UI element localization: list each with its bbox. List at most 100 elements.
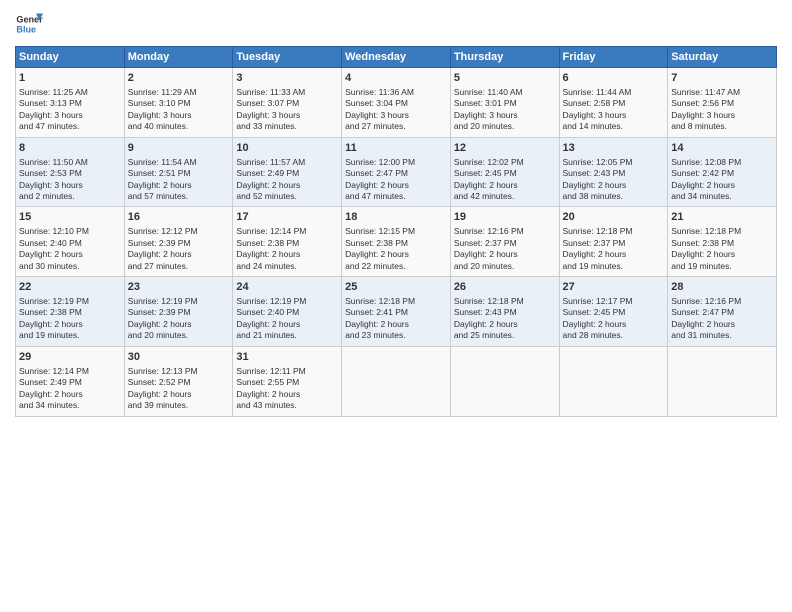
calendar-cell xyxy=(342,346,451,416)
day-number: 27 xyxy=(563,280,665,295)
day-info: Sunrise: 12:16 PM Sunset: 2:47 PM Daylig… xyxy=(671,296,773,342)
day-number: 30 xyxy=(128,350,230,365)
day-number: 10 xyxy=(236,141,338,156)
svg-text:Blue: Blue xyxy=(16,24,36,34)
day-number: 9 xyxy=(128,141,230,156)
day-info: Sunrise: 11:25 AM Sunset: 3:13 PM Daylig… xyxy=(19,87,121,133)
day-info: Sunrise: 11:40 AM Sunset: 3:01 PM Daylig… xyxy=(454,87,556,133)
day-info: Sunrise: 12:14 PM Sunset: 2:49 PM Daylig… xyxy=(19,366,121,412)
day-info: Sunrise: 11:54 AM Sunset: 2:51 PM Daylig… xyxy=(128,157,230,203)
header-cell-friday: Friday xyxy=(559,47,668,68)
header-cell-sunday: Sunday xyxy=(16,47,125,68)
day-number: 12 xyxy=(454,141,556,156)
day-number: 15 xyxy=(19,210,121,225)
calendar-cell: 11Sunrise: 12:00 PM Sunset: 2:47 PM Dayl… xyxy=(342,137,451,207)
day-number: 3 xyxy=(236,71,338,86)
calendar-cell: 25Sunrise: 12:18 PM Sunset: 2:41 PM Dayl… xyxy=(342,277,451,347)
day-info: Sunrise: 11:44 AM Sunset: 2:58 PM Daylig… xyxy=(563,87,665,133)
day-info: Sunrise: 11:33 AM Sunset: 3:07 PM Daylig… xyxy=(236,87,338,133)
day-number: 18 xyxy=(345,210,447,225)
day-number: 8 xyxy=(19,141,121,156)
day-info: Sunrise: 12:02 PM Sunset: 2:45 PM Daylig… xyxy=(454,157,556,203)
calendar-week-3: 15Sunrise: 12:10 PM Sunset: 2:40 PM Dayl… xyxy=(16,207,777,277)
day-info: Sunrise: 11:57 AM Sunset: 2:49 PM Daylig… xyxy=(236,157,338,203)
header-cell-monday: Monday xyxy=(124,47,233,68)
header-cell-thursday: Thursday xyxy=(450,47,559,68)
calendar-cell: 15Sunrise: 12:10 PM Sunset: 2:40 PM Dayl… xyxy=(16,207,125,277)
calendar-cell: 4Sunrise: 11:36 AM Sunset: 3:04 PM Dayli… xyxy=(342,68,451,138)
day-number: 5 xyxy=(454,71,556,86)
day-info: Sunrise: 12:08 PM Sunset: 2:42 PM Daylig… xyxy=(671,157,773,203)
day-number: 11 xyxy=(345,141,447,156)
day-info: Sunrise: 12:18 PM Sunset: 2:41 PM Daylig… xyxy=(345,296,447,342)
day-number: 22 xyxy=(19,280,121,295)
calendar-table: SundayMondayTuesdayWednesdayThursdayFrid… xyxy=(15,46,777,417)
calendar-cell: 22Sunrise: 12:19 PM Sunset: 2:38 PM Dayl… xyxy=(16,277,125,347)
day-number: 7 xyxy=(671,71,773,86)
calendar-cell: 20Sunrise: 12:18 PM Sunset: 2:37 PM Dayl… xyxy=(559,207,668,277)
day-info: Sunrise: 12:15 PM Sunset: 2:38 PM Daylig… xyxy=(345,226,447,272)
day-info: Sunrise: 12:10 PM Sunset: 2:40 PM Daylig… xyxy=(19,226,121,272)
day-number: 23 xyxy=(128,280,230,295)
calendar-header: SundayMondayTuesdayWednesdayThursdayFrid… xyxy=(16,47,777,68)
calendar-cell: 24Sunrise: 12:19 PM Sunset: 2:40 PM Dayl… xyxy=(233,277,342,347)
calendar-cell: 26Sunrise: 12:18 PM Sunset: 2:43 PM Dayl… xyxy=(450,277,559,347)
day-info: Sunrise: 12:14 PM Sunset: 2:38 PM Daylig… xyxy=(236,226,338,272)
day-number: 6 xyxy=(563,71,665,86)
day-number: 2 xyxy=(128,71,230,86)
day-number: 25 xyxy=(345,280,447,295)
day-number: 19 xyxy=(454,210,556,225)
day-info: Sunrise: 12:17 PM Sunset: 2:45 PM Daylig… xyxy=(563,296,665,342)
calendar-cell: 13Sunrise: 12:05 PM Sunset: 2:43 PM Dayl… xyxy=(559,137,668,207)
day-info: Sunrise: 12:19 PM Sunset: 2:40 PM Daylig… xyxy=(236,296,338,342)
day-number: 16 xyxy=(128,210,230,225)
header-cell-wednesday: Wednesday xyxy=(342,47,451,68)
day-number: 31 xyxy=(236,350,338,365)
calendar-cell: 31Sunrise: 12:11 PM Sunset: 2:55 PM Dayl… xyxy=(233,346,342,416)
day-number: 20 xyxy=(563,210,665,225)
calendar-week-1: 1Sunrise: 11:25 AM Sunset: 3:13 PM Dayli… xyxy=(16,68,777,138)
day-info: Sunrise: 11:47 AM Sunset: 2:56 PM Daylig… xyxy=(671,87,773,133)
calendar-cell: 9Sunrise: 11:54 AM Sunset: 2:51 PM Dayli… xyxy=(124,137,233,207)
header-cell-saturday: Saturday xyxy=(668,47,777,68)
calendar-week-5: 29Sunrise: 12:14 PM Sunset: 2:49 PM Dayl… xyxy=(16,346,777,416)
day-info: Sunrise: 11:50 AM Sunset: 2:53 PM Daylig… xyxy=(19,157,121,203)
calendar-cell: 5Sunrise: 11:40 AM Sunset: 3:01 PM Dayli… xyxy=(450,68,559,138)
calendar-cell: 12Sunrise: 12:02 PM Sunset: 2:45 PM Dayl… xyxy=(450,137,559,207)
calendar-cell: 8Sunrise: 11:50 AM Sunset: 2:53 PM Dayli… xyxy=(16,137,125,207)
day-info: Sunrise: 12:18 PM Sunset: 2:37 PM Daylig… xyxy=(563,226,665,272)
day-info: Sunrise: 12:05 PM Sunset: 2:43 PM Daylig… xyxy=(563,157,665,203)
day-info: Sunrise: 12:16 PM Sunset: 2:37 PM Daylig… xyxy=(454,226,556,272)
calendar-cell: 7Sunrise: 11:47 AM Sunset: 2:56 PM Dayli… xyxy=(668,68,777,138)
calendar-cell: 30Sunrise: 12:13 PM Sunset: 2:52 PM Dayl… xyxy=(124,346,233,416)
calendar-cell: 19Sunrise: 12:16 PM Sunset: 2:37 PM Dayl… xyxy=(450,207,559,277)
calendar-cell: 2Sunrise: 11:29 AM Sunset: 3:10 PM Dayli… xyxy=(124,68,233,138)
calendar-week-2: 8Sunrise: 11:50 AM Sunset: 2:53 PM Dayli… xyxy=(16,137,777,207)
day-number: 28 xyxy=(671,280,773,295)
day-number: 17 xyxy=(236,210,338,225)
day-info: Sunrise: 11:36 AM Sunset: 3:04 PM Daylig… xyxy=(345,87,447,133)
calendar-cell: 18Sunrise: 12:15 PM Sunset: 2:38 PM Dayl… xyxy=(342,207,451,277)
calendar-cell xyxy=(450,346,559,416)
day-info: Sunrise: 12:19 PM Sunset: 2:39 PM Daylig… xyxy=(128,296,230,342)
day-number: 13 xyxy=(563,141,665,156)
calendar-cell: 16Sunrise: 12:12 PM Sunset: 2:39 PM Dayl… xyxy=(124,207,233,277)
day-info: Sunrise: 12:00 PM Sunset: 2:47 PM Daylig… xyxy=(345,157,447,203)
calendar-cell: 27Sunrise: 12:17 PM Sunset: 2:45 PM Dayl… xyxy=(559,277,668,347)
day-number: 14 xyxy=(671,141,773,156)
day-info: Sunrise: 12:11 PM Sunset: 2:55 PM Daylig… xyxy=(236,366,338,412)
calendar-week-4: 22Sunrise: 12:19 PM Sunset: 2:38 PM Dayl… xyxy=(16,277,777,347)
day-number: 24 xyxy=(236,280,338,295)
calendar-cell: 1Sunrise: 11:25 AM Sunset: 3:13 PM Dayli… xyxy=(16,68,125,138)
page-container: General Blue SundayMondayTuesdayWednesda… xyxy=(0,0,792,427)
day-number: 29 xyxy=(19,350,121,365)
day-info: Sunrise: 12:18 PM Sunset: 2:38 PM Daylig… xyxy=(671,226,773,272)
calendar-cell: 14Sunrise: 12:08 PM Sunset: 2:42 PM Dayl… xyxy=(668,137,777,207)
day-info: Sunrise: 12:19 PM Sunset: 2:38 PM Daylig… xyxy=(19,296,121,342)
day-info: Sunrise: 11:29 AM Sunset: 3:10 PM Daylig… xyxy=(128,87,230,133)
calendar-cell: 29Sunrise: 12:14 PM Sunset: 2:49 PM Dayl… xyxy=(16,346,125,416)
calendar-cell: 6Sunrise: 11:44 AM Sunset: 2:58 PM Dayli… xyxy=(559,68,668,138)
day-number: 1 xyxy=(19,71,121,86)
day-info: Sunrise: 12:18 PM Sunset: 2:43 PM Daylig… xyxy=(454,296,556,342)
day-info: Sunrise: 12:12 PM Sunset: 2:39 PM Daylig… xyxy=(128,226,230,272)
